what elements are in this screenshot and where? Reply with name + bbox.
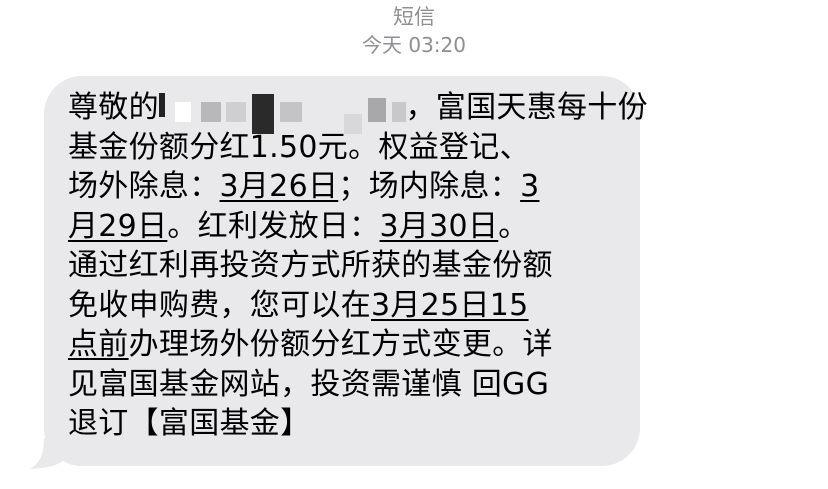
service-label: 短信: [393, 5, 435, 29]
message-header: 短信 今天 03:20: [0, 4, 828, 58]
message-line-2: 基金份额分红1.50元。权益登记、: [68, 129, 530, 165]
message-bubble[interactable]: 尊敬的 ，富国天惠每十份 基金份额分红1.50元。权益登记、 场外除息：3月26…: [44, 76, 648, 466]
redacted-name: [158, 93, 406, 134]
change-text: 办理场外份额分红方式变更。详: [128, 327, 553, 362]
timestamp: 今天 03:20: [362, 33, 466, 57]
message-line-4: 月29日。红利发放日：3月30日。: [68, 207, 620, 247]
date-link-mar29-part1[interactable]: 3: [520, 169, 539, 204]
message-line-1: 尊敬的 ，富国天惠每十份: [68, 88, 648, 134]
message-line-6: 免收申购费，您可以在3月25日15: [68, 286, 620, 326]
message-line-7: 点前办理场外份额分红方式变更。详: [68, 325, 620, 365]
message-line-8: 见富国基金网站，投资需谨慎 回GG: [68, 366, 550, 402]
sms-screen: 短信 今天 03:20 尊敬的 ，富国天惠每十份 基金份额分红1.50元。权益登…: [0, 0, 828, 489]
greeting-text: 尊敬的: [68, 90, 159, 125]
date-link-mar30[interactable]: 3月30日: [379, 209, 498, 244]
payout-date-label: 。红利发放日：: [167, 208, 380, 244]
onsite-exdiv-label: ；场内除息：: [338, 169, 521, 204]
offsite-exdiv-label: 场外除息：: [68, 169, 220, 204]
line1-rest: ，富国天惠每十份: [405, 90, 648, 125]
date-link-mar25-part1[interactable]: 3月25日15: [371, 288, 529, 323]
message-text: 尊敬的 ，富国天惠每十份 基金份额分红1.50元。权益登记、 场外除息：3月26…: [68, 88, 648, 444]
message-line-9: 退订【富国基金】: [68, 406, 311, 441]
fee-text: 免收申购费，您可以在: [68, 287, 371, 323]
message-line-5: 通过红利再投资方式所获的基金份额: [68, 248, 553, 283]
period: 。: [498, 208, 529, 244]
date-link-mar29-part2[interactable]: 月29日: [68, 209, 167, 244]
message-line-3: 场外除息：3月26日；场内除息：3: [68, 167, 620, 207]
date-link-mar25-part2[interactable]: 点前: [68, 327, 129, 362]
date-link-mar26[interactable]: 3月26日: [220, 169, 339, 204]
